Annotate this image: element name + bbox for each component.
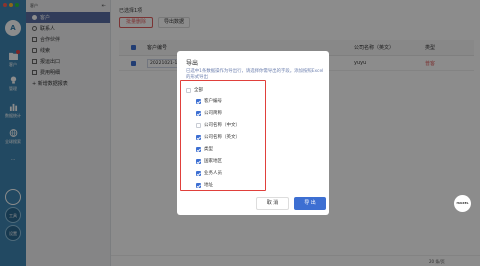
checkbox-country[interactable]: [196, 158, 201, 164]
option-company-short[interactable]: 公司简称: [196, 110, 222, 116]
option-company-en[interactable]: 公司名称（英文）: [196, 134, 240, 140]
checkbox-all[interactable]: [186, 87, 191, 93]
export-dialog: 导出 已选中1条数据操作为导出行，请选择你需导出的字段。添加按照Excel的形式…: [177, 51, 329, 215]
checkbox-type[interactable]: [196, 146, 201, 152]
checkbox-company-short[interactable]: [196, 110, 201, 116]
option-salesperson[interactable]: 业务人员: [196, 170, 222, 176]
checkbox-company-en[interactable]: [196, 134, 201, 140]
option-country[interactable]: 国家地区: [196, 158, 222, 164]
floating-assistant-button[interactable]: HAIZEL: [454, 195, 471, 212]
cancel-button[interactable]: 取 消: [256, 197, 289, 210]
checkbox-customer-code[interactable]: [196, 98, 201, 104]
checkbox-address[interactable]: [196, 182, 201, 188]
option-customer-code[interactable]: 客户编号: [196, 98, 222, 104]
export-confirm-button[interactable]: 导 出: [294, 197, 326, 210]
option-address[interactable]: 地址: [196, 182, 213, 188]
option-type[interactable]: 类型: [196, 146, 213, 152]
option-all[interactable]: 全部: [186, 87, 203, 93]
option-company-cn[interactable]: 公司名称（中文）: [196, 122, 240, 128]
checkbox-salesperson[interactable]: [196, 170, 201, 176]
dialog-title: 导出: [186, 60, 199, 67]
checkbox-company-cn[interactable]: [196, 122, 201, 128]
